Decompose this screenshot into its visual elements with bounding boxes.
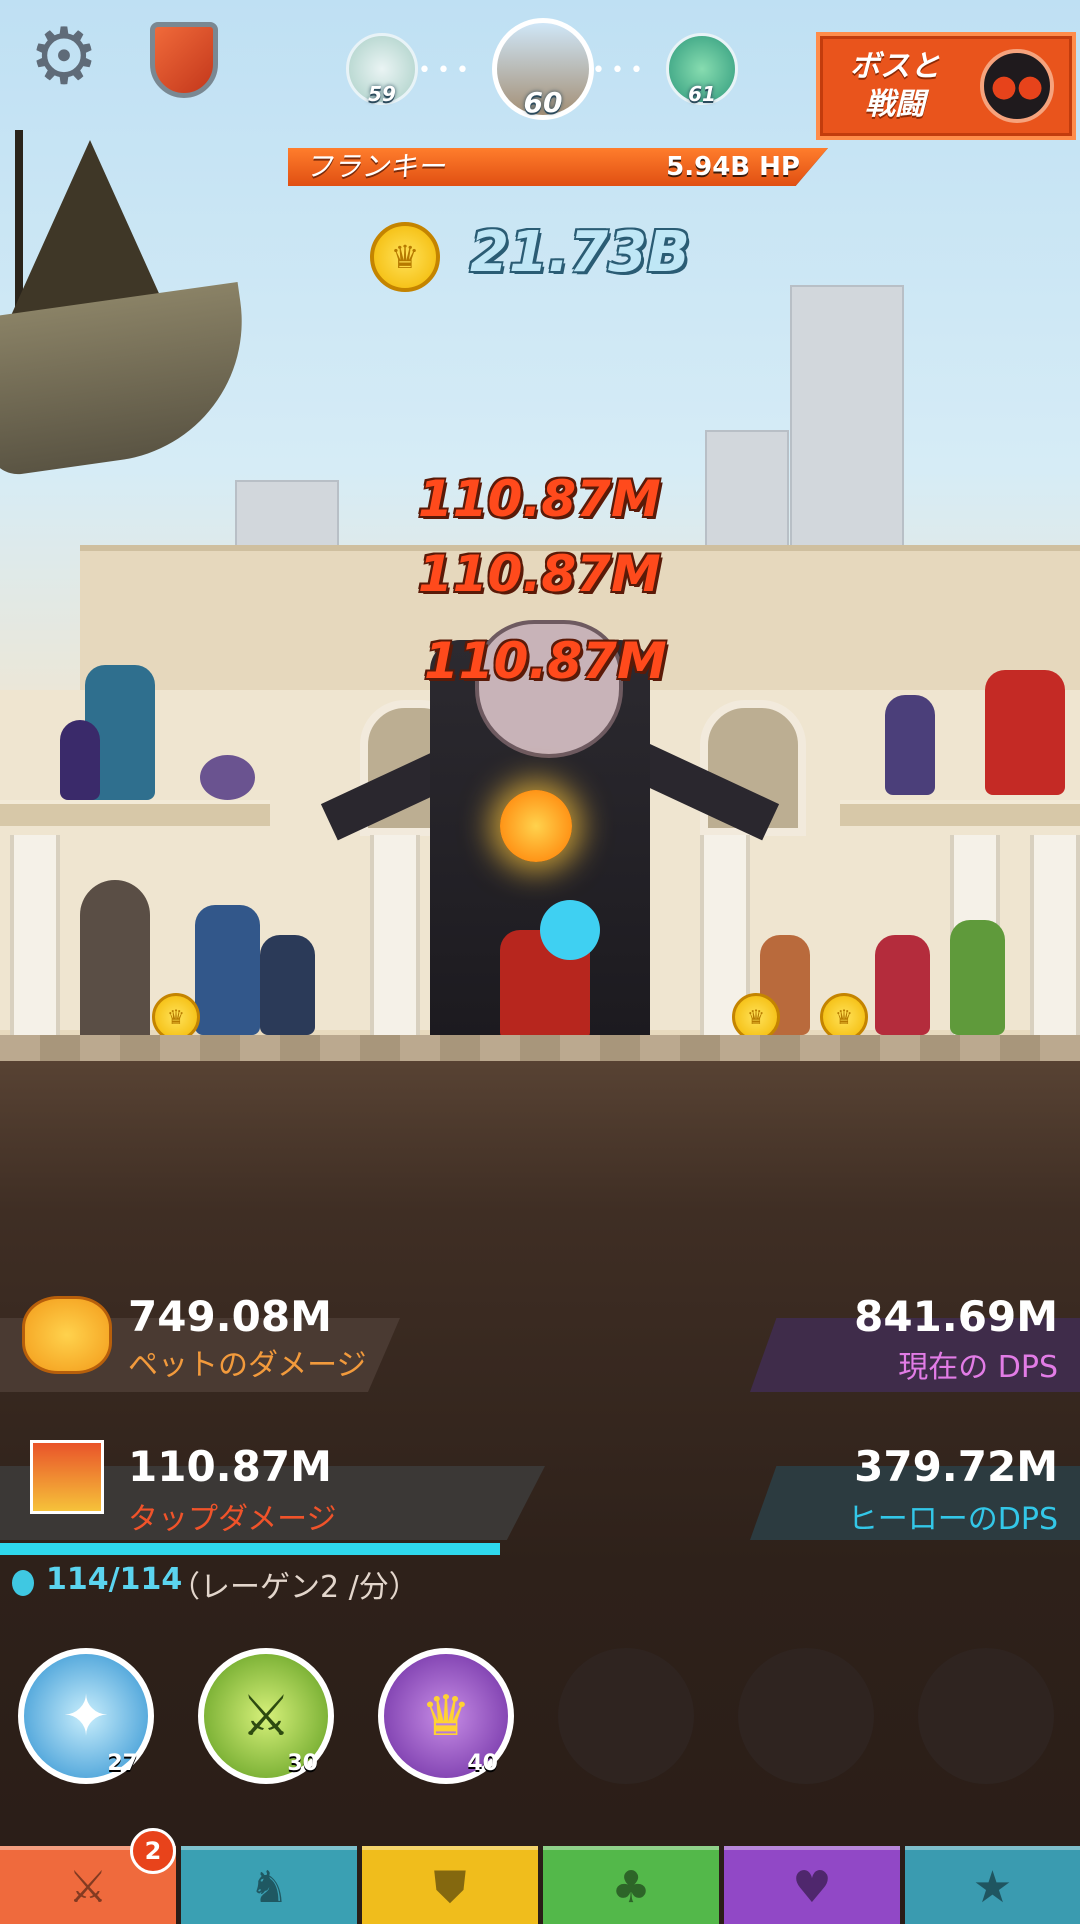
skill-level: 27 [107, 1751, 138, 1776]
stage-dots: ••• [592, 58, 649, 83]
hero-dps-value: 379.72M [854, 1442, 1058, 1491]
pet-damage-value: 749.08M [128, 1292, 332, 1341]
pet-sprite [500, 790, 572, 862]
sword-icon: ⚔ [68, 1861, 108, 1913]
mana-value: 114/114 [46, 1562, 183, 1597]
ground-floor [0, 1035, 1080, 1061]
tab-sword-master[interactable]: ⚔ 2 [0, 1828, 176, 1924]
stage-current: 60 [492, 18, 594, 120]
hero-gunner [985, 670, 1065, 795]
tab-pets[interactable]: ♣ [543, 1846, 719, 1924]
gold-coin-drop[interactable]: ♛ [732, 993, 780, 1041]
mana-potion-icon [12, 1570, 34, 1596]
skill-slot-empty [738, 1648, 874, 1784]
skill-heavenly-strike-button[interactable]: ✦ 27 [18, 1648, 154, 1784]
tap-damage-label: タップダメージ [128, 1502, 337, 1537]
skill-hand-of-midas-button[interactable]: ♛ 40 [378, 1648, 514, 1784]
clan-shield-icon[interactable] [142, 18, 226, 102]
settings-gear-icon[interactable]: ⚙ [22, 15, 106, 99]
hero-archer [885, 695, 935, 795]
hero-dps-label: ヒーローのDPS [847, 1502, 1058, 1537]
hero-cloaked [80, 880, 150, 1035]
hero-assassin [260, 935, 315, 1035]
damage-popup: 110.87M [418, 470, 661, 528]
artifact-heart-icon: ♥ [792, 1861, 832, 1913]
pet-icon: ♣ [611, 1861, 651, 1913]
mana-bar [0, 1543, 500, 1555]
skill-deadly-strike-button[interactable]: ⚔ 30 [198, 1648, 334, 1784]
airship [0, 281, 260, 479]
hero-elf [950, 920, 1005, 1035]
castle-column [370, 835, 420, 1035]
gold-coin-icon: ♛ [420, 1683, 472, 1749]
fight-boss-label: ボスと 戦闘 [850, 49, 940, 122]
tab-equipment[interactable]: ⛊ [362, 1846, 538, 1924]
skill-level: 40 [467, 1751, 498, 1776]
skill-slot-empty [558, 1648, 694, 1784]
current-dps-label: 現在の DPS [898, 1350, 1058, 1385]
sword-icon: ⚔ [240, 1683, 292, 1749]
tab-shop[interactable]: ★ [905, 1846, 1080, 1924]
left-balcony [0, 800, 270, 826]
damage-popup: 110.87M [424, 632, 667, 690]
gold-coin-drop[interactable]: ♛ [152, 993, 200, 1041]
hero-helmet-icon: ♞ [249, 1861, 289, 1913]
castle-column [1030, 835, 1080, 1035]
tab-artifacts[interactable]: ♥ [724, 1846, 900, 1924]
enemy-hp-value: 5.94B HP [666, 152, 800, 182]
star-icon: ★ [972, 1861, 1013, 1913]
stage-next: 61 [666, 33, 738, 106]
damage-popup: 110.87M [418, 545, 661, 603]
mana-fill [0, 1543, 500, 1555]
tap-damage-value: 110.87M [128, 1442, 332, 1491]
hero-warrior [195, 905, 260, 1035]
skill-slot-empty [918, 1648, 1054, 1784]
castle-column [10, 835, 60, 1035]
notification-badge: 2 [130, 1828, 176, 1874]
current-dps-value: 841.69M [854, 1292, 1058, 1341]
shirt-icon: ⛊ [433, 1861, 467, 1913]
enemy-name: フランキー [305, 150, 446, 183]
gold-coin-drop[interactable]: ♛ [820, 993, 868, 1041]
fight-boss-button[interactable]: ボスと 戦闘 ●● [816, 32, 1076, 140]
angel-wings-icon: ✦ [62, 1683, 110, 1749]
hero-swordswoman [875, 935, 930, 1035]
pet-icon [22, 1296, 112, 1374]
right-balcony [840, 800, 1080, 826]
pet-damage-label: ペットのダメージ [128, 1348, 367, 1383]
stage-dots: ••• [418, 58, 475, 83]
skill-level: 30 [287, 1751, 318, 1776]
tap-damage-icon [30, 1440, 104, 1514]
gold-amount: 21.73B [470, 220, 690, 285]
gold-coin-icon: ♛ [370, 222, 440, 292]
sword-master-hair [540, 900, 600, 960]
mana-regen: （レーゲン2 /分） [170, 1570, 419, 1605]
tab-heroes[interactable]: ♞ [181, 1846, 357, 1924]
boss-face-icon: ●● [980, 49, 1054, 123]
hero-penguin [200, 755, 255, 800]
hero-ninja [60, 720, 100, 800]
stage-previous: 59 [346, 33, 418, 106]
